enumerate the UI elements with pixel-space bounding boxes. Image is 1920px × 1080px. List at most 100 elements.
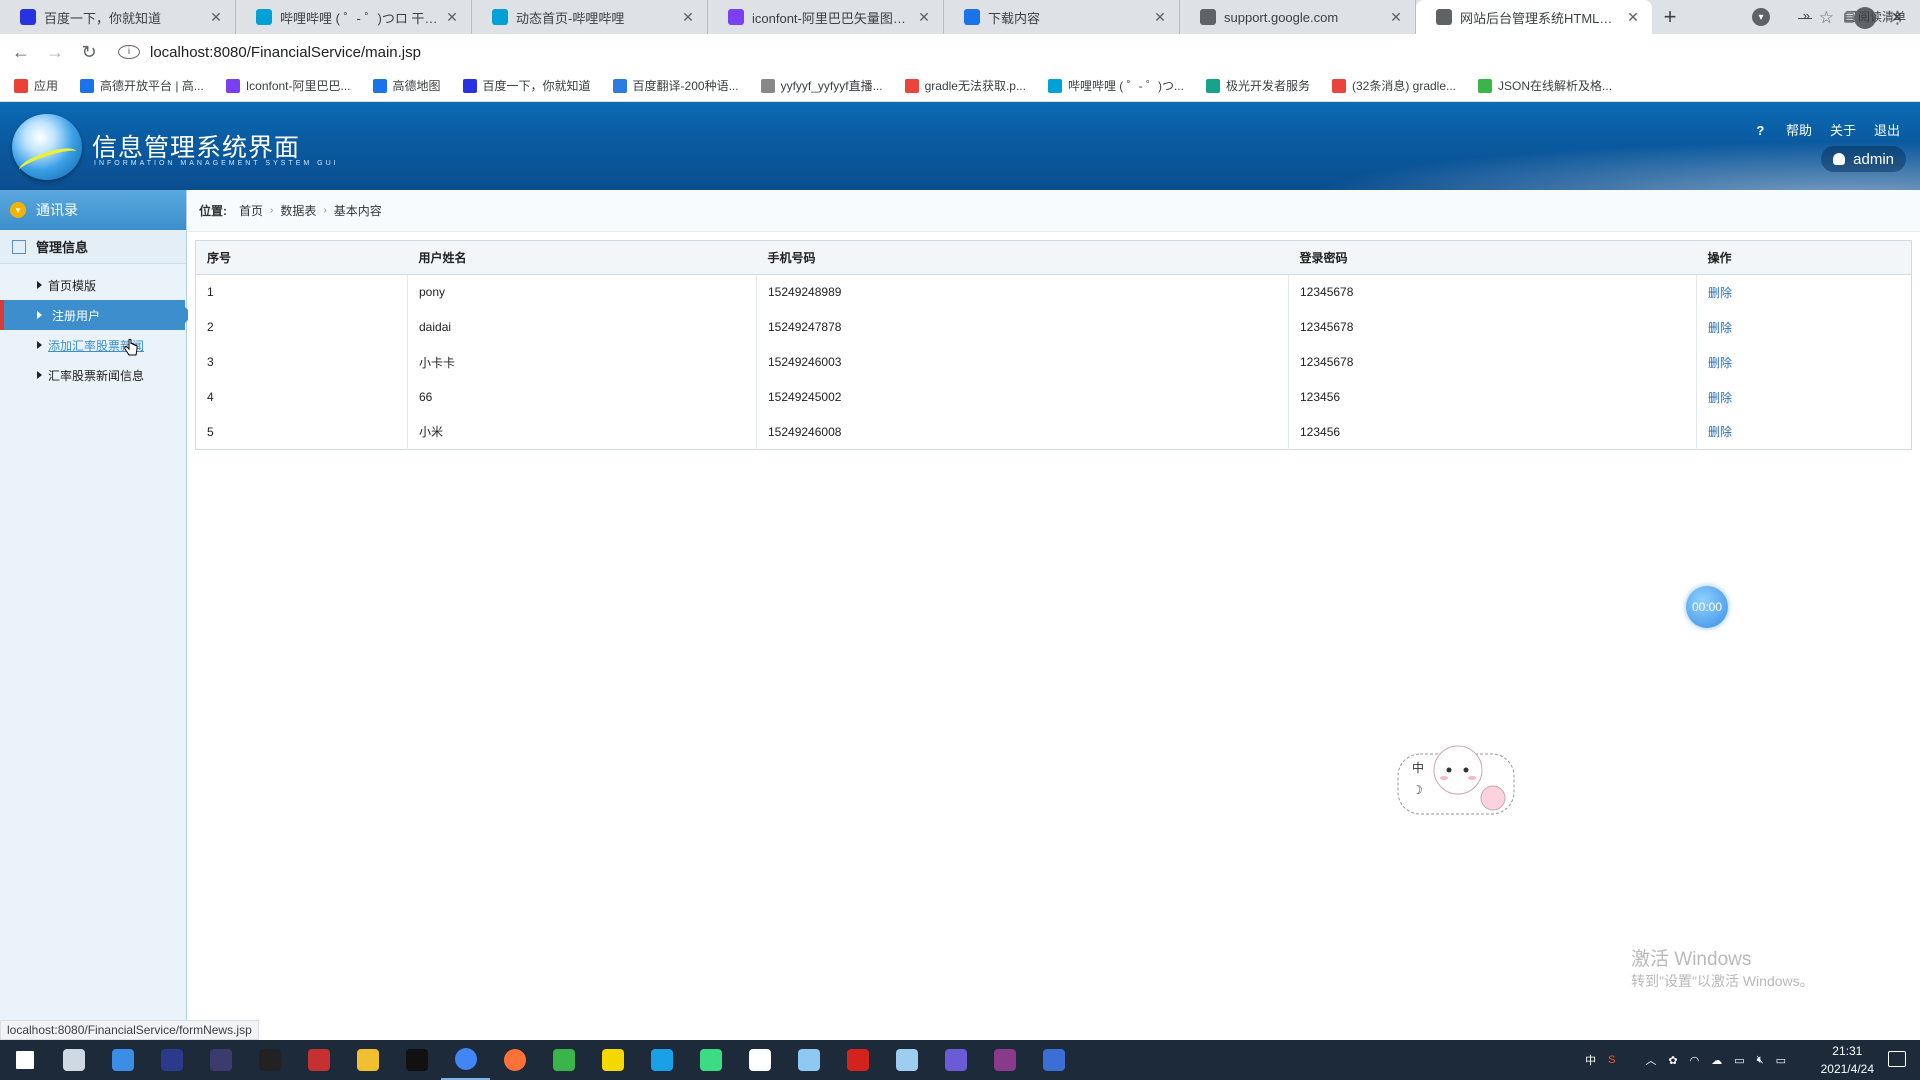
mascot-sticker[interactable]: 中 ☽ bbox=[1396, 736, 1518, 816]
user-badge[interactable]: admin bbox=[1821, 146, 1906, 172]
breadcrumb-item-home[interactable]: 首页 bbox=[239, 202, 263, 219]
tab-search-icon[interactable]: ▾ bbox=[1752, 8, 1770, 26]
edge-icon[interactable] bbox=[1029, 1040, 1078, 1080]
windows-start-icon[interactable] bbox=[0, 1040, 49, 1080]
delete-link[interactable]: 删除 bbox=[1697, 275, 1912, 310]
bookmark-item[interactable]: 极光开发者服务 bbox=[1205, 77, 1310, 94]
browser-tab[interactable]: 下载内容 ✕ bbox=[944, 0, 1180, 34]
timer-widget[interactable]: 00:00 bbox=[1686, 586, 1728, 628]
steam-icon[interactable] bbox=[294, 1040, 343, 1080]
tray-app-icon[interactable]: ✿ bbox=[1668, 1054, 1677, 1067]
bookmark-favicon-icon bbox=[760, 78, 775, 93]
forward-icon[interactable]: → bbox=[38, 35, 72, 69]
hand-cursor-icon bbox=[124, 339, 138, 356]
onedrive-icon[interactable]: ☁ bbox=[1711, 1054, 1722, 1067]
browser-tab[interactable]: 网站后台管理系统HTML模板-- ✕ bbox=[1416, 0, 1652, 34]
sublime-icon[interactable] bbox=[882, 1040, 931, 1080]
sidebar-item-register-user[interactable]: 注册用户 bbox=[0, 300, 193, 330]
chrome-icon[interactable] bbox=[441, 1040, 490, 1080]
bookmark-item[interactable]: (32条消息) gradle... bbox=[1331, 77, 1456, 94]
store-icon[interactable] bbox=[98, 1040, 147, 1080]
notification-center-icon[interactable] bbox=[1888, 1051, 1906, 1067]
tab-close-icon[interactable]: ✕ bbox=[443, 9, 461, 26]
eclipse-icon[interactable] bbox=[147, 1040, 196, 1080]
pycharm-icon[interactable] bbox=[588, 1040, 637, 1080]
wechat-icon[interactable] bbox=[539, 1040, 588, 1080]
sogou-ime-icon[interactable]: S bbox=[1608, 1054, 1615, 1066]
qq-icon[interactable] bbox=[392, 1040, 441, 1080]
taskbar-clock[interactable]: 21:31 2021/4/24 bbox=[1821, 1042, 1874, 1078]
bookmark-item[interactable]: 应用 bbox=[14, 77, 58, 94]
tray-expand-icon[interactable]: ︿ bbox=[1645, 1052, 1656, 1068]
browser-tab[interactable]: 动态首页-哔哩哔哩 ✕ bbox=[472, 0, 708, 34]
tab-close-icon[interactable]: ✕ bbox=[915, 9, 933, 26]
wps-icon[interactable] bbox=[833, 1040, 882, 1080]
bookmark-item[interactable]: 高德开放平台 | 高... bbox=[80, 77, 204, 94]
tab-close-icon[interactable]: ✕ bbox=[679, 9, 697, 26]
windows-taskbar: 中 S ︿ ✿ ◠ ☁ ▭ 🔇︎ ▭ 21:31 2021/4/24 bbox=[0, 1040, 1920, 1080]
volume-muted-icon[interactable]: 🔇︎ bbox=[1757, 1054, 1764, 1067]
bookmarks-overflow-button[interactable]: » bbox=[1803, 8, 1810, 23]
task-view-icon[interactable] bbox=[49, 1040, 98, 1080]
obs-icon[interactable] bbox=[196, 1040, 245, 1080]
cell-index: 4 bbox=[195, 379, 408, 415]
bookmark-item[interactable]: Iconfont-阿里巴巴... bbox=[225, 77, 351, 94]
cell-password: 12345678 bbox=[1288, 309, 1697, 345]
sidebar-header[interactable]: ▾ 通讯录 bbox=[0, 190, 186, 230]
bookmark-item[interactable]: yyfyyf_yyfyyf直播... bbox=[760, 77, 883, 94]
tab-close-icon[interactable]: ✕ bbox=[1387, 9, 1405, 26]
about-link[interactable]: 关于 bbox=[1830, 120, 1856, 139]
list-icon bbox=[12, 239, 26, 254]
android-studio-icon[interactable] bbox=[686, 1040, 735, 1080]
bookmark-item[interactable]: JSON在线解析及格... bbox=[1478, 77, 1612, 94]
browser-tab[interactable]: support.google.com ✕ bbox=[1180, 0, 1416, 34]
logout-link[interactable]: 退出 bbox=[1874, 120, 1900, 139]
reload-icon[interactable]: ↻ bbox=[72, 35, 106, 69]
reading-list-button[interactable]: ▤ 阅读清单 bbox=[1843, 8, 1906, 25]
bookmark-item[interactable]: 哔哩哔哩 ( ゜- ゜)つ... bbox=[1047, 77, 1184, 94]
notepad-icon[interactable] bbox=[784, 1040, 833, 1080]
site-info-icon[interactable]: i bbox=[118, 45, 140, 59]
browser-tab[interactable]: 哔哩哔哩 ( ゜- ゜)つロ 干杯~-bilibili✕ bbox=[236, 0, 472, 34]
delete-link[interactable]: 删除 bbox=[1697, 380, 1912, 415]
cell-username: 小米 bbox=[407, 414, 757, 450]
app-icon[interactable] bbox=[735, 1040, 784, 1080]
display-icon[interactable]: ▭ bbox=[1776, 1054, 1786, 1067]
idea-icon[interactable] bbox=[637, 1040, 686, 1080]
sidebar-group-manage[interactable]: 管理信息 bbox=[0, 230, 186, 264]
delete-link[interactable]: 删除 bbox=[1697, 415, 1912, 450]
bookmark-item[interactable]: gradle无法获取.p... bbox=[904, 77, 1026, 94]
firefox-icon[interactable] bbox=[490, 1040, 539, 1080]
sidebar-item-add-news[interactable]: 添加汇率股票新闻 bbox=[0, 330, 186, 360]
notepad-icon-glyph bbox=[797, 1049, 820, 1071]
new-tab-button[interactable]: + bbox=[1652, 0, 1688, 34]
browser-icon-glyph bbox=[944, 1049, 967, 1071]
bookmark-item[interactable]: 百度一下，你就知道 bbox=[462, 77, 591, 94]
ime-indicator[interactable]: 中 bbox=[1585, 1052, 1596, 1068]
delete-link[interactable]: 删除 bbox=[1697, 310, 1912, 345]
sidebar-item-home-template[interactable]: 首页模版 bbox=[0, 270, 186, 300]
help-link[interactable]: ? 帮助 bbox=[1756, 120, 1812, 139]
network-wifi-icon[interactable]: ◠ bbox=[1690, 1054, 1700, 1067]
breadcrumb-item-datatable[interactable]: 数据表 bbox=[280, 202, 316, 219]
back-icon[interactable]: ← bbox=[4, 35, 38, 69]
browser-icon[interactable] bbox=[931, 1040, 980, 1080]
bookmark-item[interactable]: 百度翻译-200种语... bbox=[612, 77, 739, 94]
cell-username: 66 bbox=[407, 379, 757, 415]
tab-close-icon[interactable]: ✕ bbox=[1624, 9, 1642, 26]
sidebar-item-news-info[interactable]: 汇率股票新闻信息 bbox=[0, 360, 186, 390]
browser-tab[interactable]: 百度一下，你就知道 ✕ bbox=[0, 0, 236, 34]
bookmark-label: yyfyyf_yyfyyf直播... bbox=[780, 79, 883, 93]
tab-close-icon[interactable]: ✕ bbox=[1151, 9, 1169, 26]
tab-close-icon[interactable]: ✕ bbox=[207, 9, 225, 26]
battery-icon[interactable]: ▭ bbox=[1734, 1054, 1744, 1067]
file-explorer-icon[interactable] bbox=[343, 1040, 392, 1080]
bookmark-item[interactable]: 高德地图 bbox=[372, 77, 441, 94]
winrar-icon[interactable] bbox=[980, 1040, 1029, 1080]
browser-tab[interactable]: iconfont-阿里巴巴矢量图标库 ✕ bbox=[708, 0, 944, 34]
terminal-icon[interactable] bbox=[245, 1040, 294, 1080]
delete-link[interactable]: 删除 bbox=[1697, 345, 1912, 380]
url-input[interactable]: i localhost:8080/FinancialService/main.j… bbox=[118, 38, 1888, 66]
table-row: 5 小米 15249246008 123456 删除 bbox=[195, 414, 1912, 450]
bookmark-star-icon[interactable]: ☆ bbox=[1819, 8, 1834, 28]
